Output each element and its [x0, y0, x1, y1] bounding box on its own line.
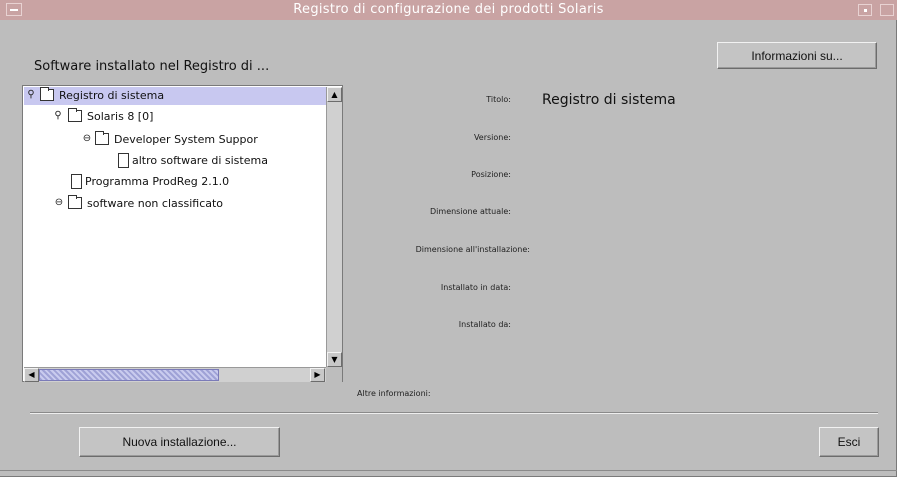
window: Registro di configurazione dei prodotti … — [0, 0, 897, 477]
label-more-info: Altre informazioni: — [357, 389, 431, 398]
tree-node-registro-di-sistema[interactable]: ⚲ Registro di sistema — [24, 87, 326, 105]
tree-node-solaris-8[interactable]: ⚲ Solaris 8 [0] — [24, 108, 326, 126]
expanded-toggle-icon[interactable]: ⚲ — [53, 111, 63, 121]
tree-node-label: Programma ProdReg 2.1.0 — [85, 175, 230, 188]
collapsed-toggle-icon[interactable]: ⊖ — [82, 134, 92, 144]
scroll-left-icon[interactable]: ◀ — [24, 368, 39, 382]
tree-panel-title: Software installato nel Registro di ... — [34, 59, 270, 74]
collapsed-toggle-icon[interactable]: ⊖ — [54, 198, 64, 208]
scroll-up-icon[interactable]: ▲ — [327, 87, 342, 102]
tree-node-prodreg[interactable]: Programma ProdReg 2.1.0 — [24, 173, 326, 191]
document-icon — [71, 174, 82, 189]
horizontal-scrollbar[interactable]: ◀ ▶ — [24, 367, 326, 382]
minimize-icon[interactable] — [858, 4, 872, 16]
scroll-corner — [326, 367, 342, 382]
title-bar[interactable]: Registro di configurazione dei prodotti … — [0, 0, 897, 20]
scroll-right-icon[interactable]: ▶ — [310, 368, 325, 382]
label-title: Titolo: — [486, 95, 511, 104]
document-icon — [118, 153, 129, 168]
label-installed-on: Installato in data: — [440, 283, 511, 292]
footer-separator — [30, 412, 878, 414]
tree-node-label: Solaris 8 [0] — [87, 110, 154, 123]
expanded-toggle-icon[interactable]: ⚲ — [26, 90, 36, 100]
label-install-size: Dimensione all'installazione: — [415, 245, 530, 254]
horizontal-scroll-thumb[interactable] — [39, 369, 219, 381]
tree-node-software-non-classificato[interactable]: ⊖ software non classificato — [24, 195, 326, 213]
maximize-icon[interactable] — [880, 4, 894, 16]
folder-icon — [68, 108, 82, 122]
tree-node-label: software non classificato — [87, 197, 224, 210]
tree-node-altro-software[interactable]: altro software di sistema — [24, 152, 326, 170]
scroll-down-icon[interactable]: ▼ — [327, 352, 342, 367]
tree-node-developer-system-support[interactable]: ⊖ Developer System Suppor — [24, 131, 326, 149]
new-install-button[interactable]: Nuova installazione... — [79, 427, 280, 457]
window-bottom-border — [0, 470, 897, 471]
label-current-size: Dimensione attuale: — [430, 207, 511, 216]
label-version: Versione: — [473, 133, 511, 142]
info-button[interactable]: Informazioni su... — [717, 42, 877, 69]
software-tree[interactable]: ⚲ Registro di sistema ⚲ Solaris 8 [0] ⊖ … — [22, 85, 343, 382]
vertical-scrollbar[interactable]: ▲ ▼ — [326, 87, 342, 368]
value-title: Registro di sistema — [542, 92, 676, 108]
tree-node-label: Registro di sistema — [59, 89, 165, 102]
exit-button[interactable]: Esci — [819, 427, 879, 457]
tree-node-label: Developer System Suppor — [114, 133, 258, 146]
tree-node-label: altro software di sistema — [132, 154, 268, 167]
window-title: Registro di configurazione dei prodotti … — [293, 2, 604, 17]
folder-icon — [68, 195, 82, 209]
folder-icon — [95, 131, 109, 145]
label-installed-by: Installato da: — [458, 320, 511, 329]
label-location: Posizione: — [471, 170, 511, 179]
folder-icon — [40, 87, 54, 101]
